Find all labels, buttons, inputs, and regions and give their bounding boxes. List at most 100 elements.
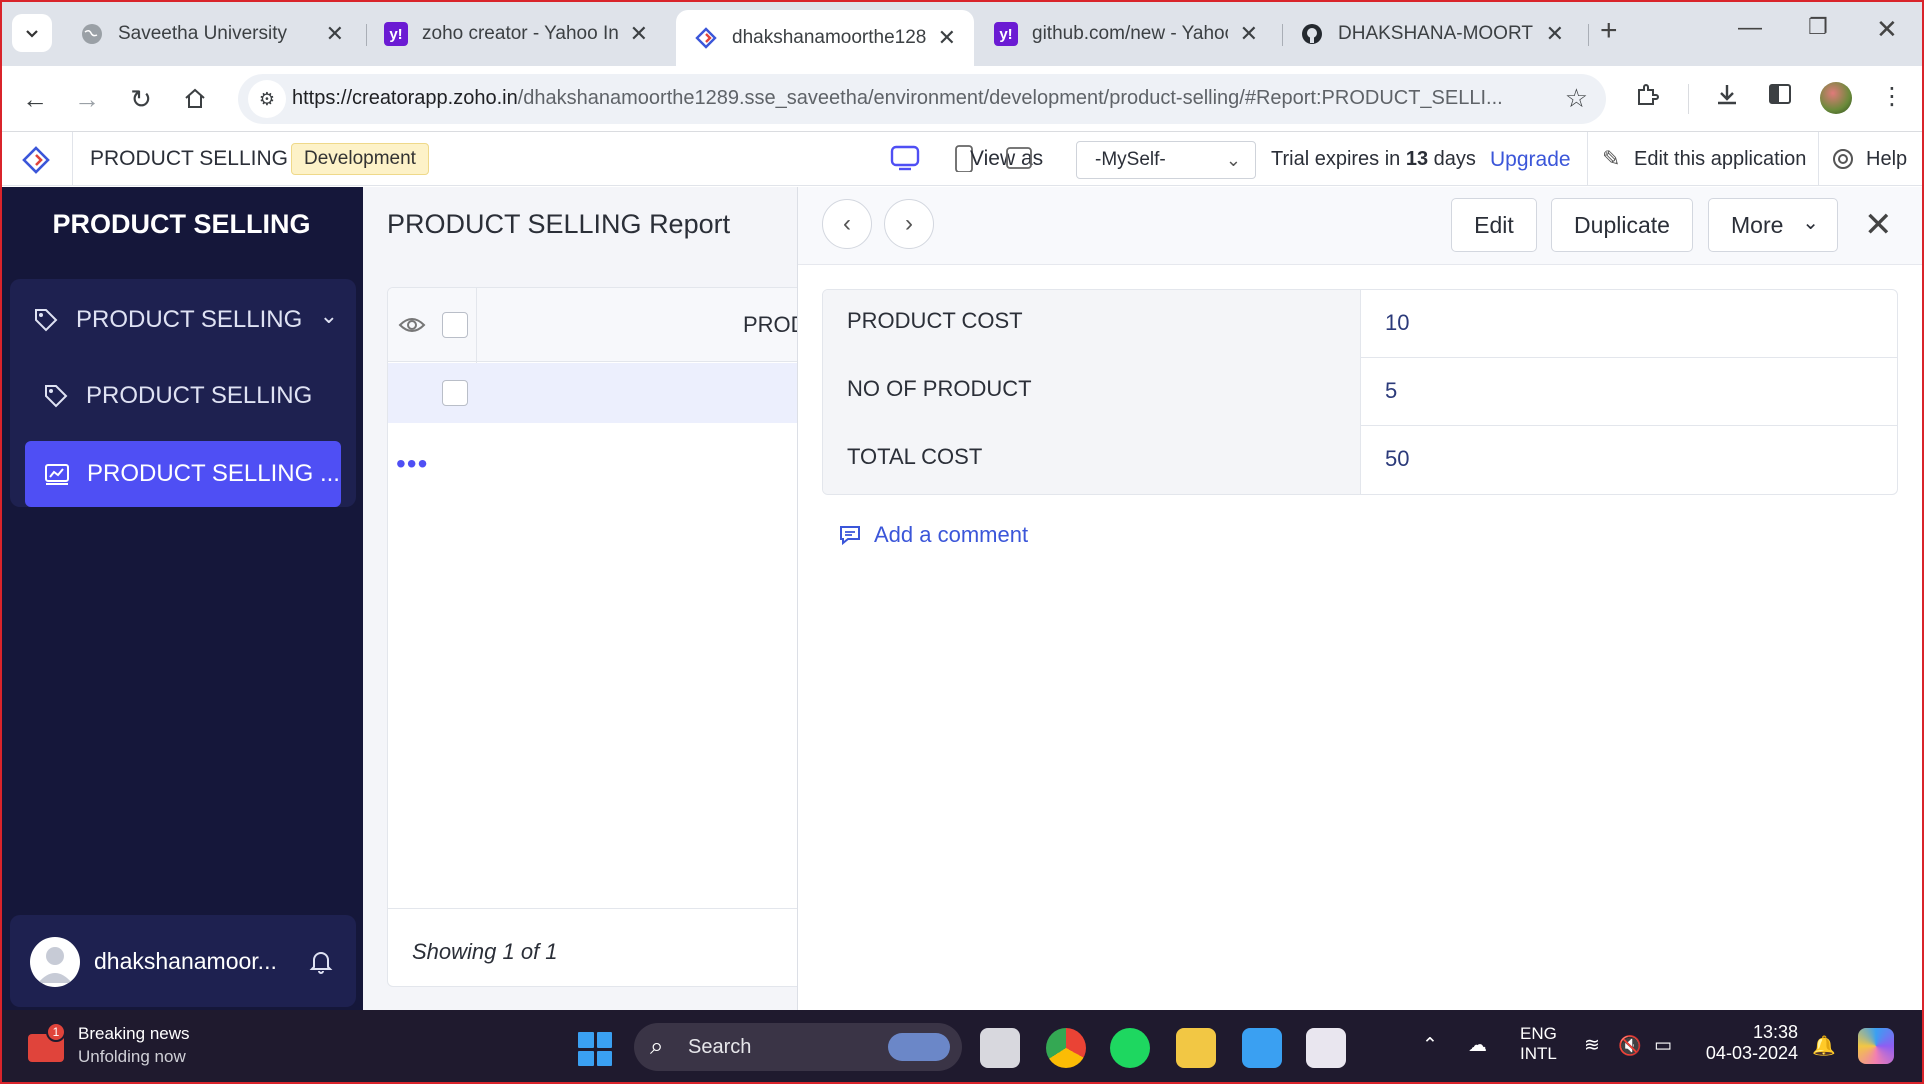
grid-header: PROD — [388, 288, 806, 362]
report-grid: PROD ••• Showing 1 of 1 — [387, 287, 807, 987]
profile-avatar[interactable] — [1820, 82, 1852, 114]
side-panel-icon[interactable] — [1768, 82, 1792, 113]
help-link[interactable]: Help — [1866, 148, 1907, 171]
field-label: NO OF PRODUCT — [823, 358, 1361, 426]
sidebar-section-header[interactable]: PRODUCT SELLING ⌄ — [32, 295, 342, 345]
close-panel-icon[interactable]: ✕ — [1864, 205, 1893, 245]
task-view-icon[interactable] — [980, 1028, 1020, 1068]
copilot-icon[interactable] — [1858, 1028, 1894, 1064]
edit-application-link[interactable]: Edit this application — [1634, 148, 1806, 171]
user-avatar[interactable] — [30, 937, 80, 987]
bell-icon[interactable] — [308, 949, 334, 975]
next-record-button[interactable]: › — [884, 199, 934, 249]
chevron-up-icon[interactable]: ⌃ — [1422, 1034, 1438, 1057]
tablet-view-icon[interactable] — [1004, 144, 1034, 172]
chevron-left-icon: ‹ — [843, 210, 851, 237]
desktop-view-icon[interactable] — [890, 144, 920, 172]
wifi-icon[interactable]: ≋ — [1584, 1034, 1600, 1057]
browser-tab[interactable]: y! github.com/new - Yahoo ✕ — [976, 10, 1276, 58]
chevron-down-icon: ⌄ — [319, 303, 338, 328]
taskbar: 1 Breaking news Unfolding now ⌕ Search ⌃… — [0, 1010, 1924, 1084]
header-divider — [1818, 132, 1819, 186]
add-comment-link[interactable]: Add a comment — [838, 522, 1028, 548]
close-icon[interactable]: ✕ — [1546, 21, 1564, 47]
close-icon[interactable]: ✕ — [938, 25, 956, 51]
table-row[interactable]: ••• — [388, 363, 806, 479]
browser-menu-icon[interactable]: ⋮ — [1880, 82, 1904, 111]
photos-icon[interactable] — [1242, 1028, 1282, 1068]
language-indicator[interactable]: ENG INTL — [1520, 1024, 1557, 1064]
tab-title: dhakshanamoorthe1289s — [732, 27, 926, 48]
file-explorer-icon[interactable] — [1176, 1028, 1216, 1068]
volume-muted-icon[interactable]: 🔇 — [1618, 1034, 1642, 1058]
close-icon[interactable]: ✕ — [1240, 21, 1258, 47]
url-text[interactable]: https://creatorapp.zoho.in/dhakshanamoor… — [292, 87, 1542, 110]
eye-icon[interactable] — [398, 314, 426, 336]
report-icon — [45, 464, 69, 485]
windows-start-icon[interactable] — [578, 1032, 612, 1066]
tag-icon — [35, 309, 58, 332]
sidebar-section-label: PRODUCT SELLING — [76, 306, 303, 333]
reload-icon[interactable]: ↻ — [122, 80, 160, 118]
row-checkbox[interactable] — [442, 380, 468, 406]
record-detail-panel: ‹ › Edit Duplicate More ⌄ ✕ PRODUCT COST… — [797, 187, 1924, 1010]
back-icon[interactable]: ← — [16, 80, 54, 118]
previous-record-button[interactable]: ‹ — [822, 199, 872, 249]
system-clock[interactable]: 13:38 04-03-2024 — [1700, 1022, 1798, 1064]
sidebar-item-product-selling-form[interactable]: PRODUCT SELLING — [42, 371, 342, 421]
sidebar: PRODUCT SELLING PRODUCT SELLING ⌄ PRODUC… — [0, 187, 363, 1010]
taskbar-search[interactable]: ⌕ Search — [634, 1023, 962, 1071]
home-icon[interactable] — [176, 80, 214, 118]
row-actions-icon[interactable]: ••• — [396, 448, 428, 480]
notification-bell-icon[interactable]: 🔔 — [1812, 1034, 1836, 1058]
download-icon[interactable] — [1714, 82, 1740, 115]
upgrade-link[interactable]: Upgrade — [1490, 148, 1571, 172]
tab-search-button[interactable] — [12, 14, 52, 52]
edit-button[interactable]: Edit — [1451, 198, 1537, 252]
minimize-icon[interactable]: — — [1738, 14, 1762, 42]
site-info-icon[interactable]: ⚙ — [248, 80, 286, 118]
browser-tab[interactable]: Saveetha University ✕ — [62, 10, 362, 58]
sidebar-item-label: PRODUCT SELLING ... — [87, 460, 340, 487]
github-icon — [1300, 22, 1324, 46]
browser-tab-strip: Saveetha University ✕ y! zoho creator - … — [0, 0, 1924, 66]
cloud-icon[interactable]: ☁ — [1468, 1034, 1487, 1057]
sidebar-item-product-selling-report[interactable]: PRODUCT SELLING ... — [25, 441, 341, 507]
news-badge: 1 — [46, 1022, 66, 1042]
address-bar[interactable]: ⚙ https://creatorapp.zoho.in/dhakshanamo… — [238, 74, 1606, 124]
globe-icon — [80, 22, 104, 46]
tag-icon — [45, 385, 68, 408]
header-divider — [1587, 132, 1588, 186]
snipping-tool-icon[interactable] — [1306, 1028, 1346, 1068]
restore-icon[interactable]: ❐ — [1808, 14, 1828, 40]
duplicate-button[interactable]: Duplicate — [1551, 198, 1693, 252]
zoho-creator-logo[interactable] — [22, 146, 50, 174]
pencil-icon: ✎ — [1602, 146, 1621, 171]
browser-tab-active[interactable]: dhakshanamoorthe1289s ✕ — [676, 10, 974, 66]
select-all-checkbox[interactable] — [442, 312, 468, 338]
browser-tab[interactable]: DHAKSHANA-MOORTHE ✕ — [1282, 10, 1582, 58]
battery-icon[interactable]: ▭ — [1654, 1034, 1672, 1057]
window-close-icon[interactable]: ✕ — [1876, 14, 1898, 45]
news-widget[interactable]: 1 Breaking news Unfolding now — [28, 1022, 248, 1072]
bookmark-star-icon[interactable]: ☆ — [1565, 83, 1588, 114]
more-button[interactable]: More ⌄ — [1708, 198, 1838, 252]
detail-toolbar: ‹ › Edit Duplicate More ⌄ ✕ — [798, 187, 1924, 265]
chrome-icon[interactable] — [1046, 1028, 1086, 1068]
forward-icon[interactable]: → — [68, 80, 106, 118]
user-name[interactable]: dhakshanamoor... — [94, 948, 277, 975]
close-icon[interactable]: ✕ — [630, 21, 648, 47]
grid-footer: Showing 1 of 1 — [388, 908, 806, 986]
close-icon[interactable]: ✕ — [326, 21, 344, 47]
extensions-icon[interactable] — [1634, 82, 1660, 115]
new-tab-icon[interactable]: + — [1600, 14, 1618, 48]
record-fields: PRODUCT COST 10 NO OF PRODUCT 5 TOTAL CO… — [822, 289, 1898, 495]
news-subtitle: Unfolding now — [78, 1047, 186, 1066]
spotify-icon[interactable] — [1110, 1028, 1150, 1068]
field-label: PRODUCT COST — [823, 290, 1361, 358]
view-as-select[interactable]: -MySelf- ⌄ — [1076, 141, 1256, 179]
sidebar-title: PRODUCT SELLING — [52, 209, 311, 239]
environment-badge[interactable]: Development — [291, 143, 429, 175]
browser-tab[interactable]: y! zoho creator - Yahoo Ind ✕ — [366, 10, 666, 58]
tab-title: zoho creator - Yahoo Ind — [422, 23, 618, 44]
